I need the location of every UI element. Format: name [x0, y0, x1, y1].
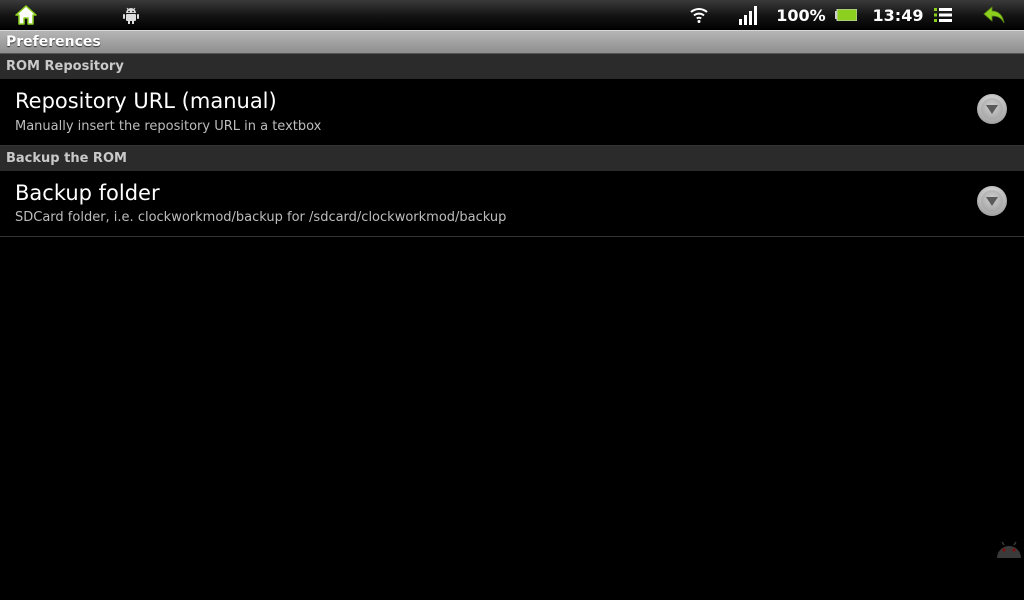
status-bar: 100% 13:49	[0, 0, 1024, 30]
page-title: Preferences	[6, 34, 101, 50]
menu-list-icon[interactable]	[932, 0, 954, 30]
dropdown-button[interactable]	[977, 94, 1007, 124]
clock: 13:49	[872, 5, 924, 25]
category-header-backup-rom: Backup the ROM	[0, 146, 1024, 171]
battery-percent: 100%	[776, 5, 826, 25]
pref-title: Backup folder	[15, 181, 160, 205]
dropdown-button[interactable]	[977, 186, 1007, 216]
pref-title: Repository URL (manual)	[15, 89, 277, 113]
wifi-icon	[688, 0, 710, 30]
pref-summary: Manually insert the repository URL in a …	[15, 119, 322, 134]
signal-bars-icon	[737, 0, 761, 30]
chevron-down-icon	[981, 98, 1003, 120]
title-bar: Preferences	[0, 30, 1024, 54]
battery-icon	[834, 0, 858, 30]
back-arrow-icon[interactable]	[980, 0, 1008, 30]
chevron-down-icon	[981, 190, 1003, 212]
category-label: ROM Repository	[6, 59, 124, 74]
home-icon[interactable]	[12, 0, 40, 30]
pref-repository-url[interactable]: Repository URL (manual) Manually insert …	[0, 79, 1024, 146]
android-mascot-icon	[994, 536, 1024, 560]
category-header-rom-repository: ROM Repository	[0, 54, 1024, 79]
android-debug-icon	[120, 0, 142, 30]
category-label: Backup the ROM	[6, 151, 127, 166]
pref-summary: SDCard folder, i.e. clockworkmod/backup …	[15, 210, 507, 225]
pref-backup-folder[interactable]: Backup folder SDCard folder, i.e. clockw…	[0, 171, 1024, 237]
